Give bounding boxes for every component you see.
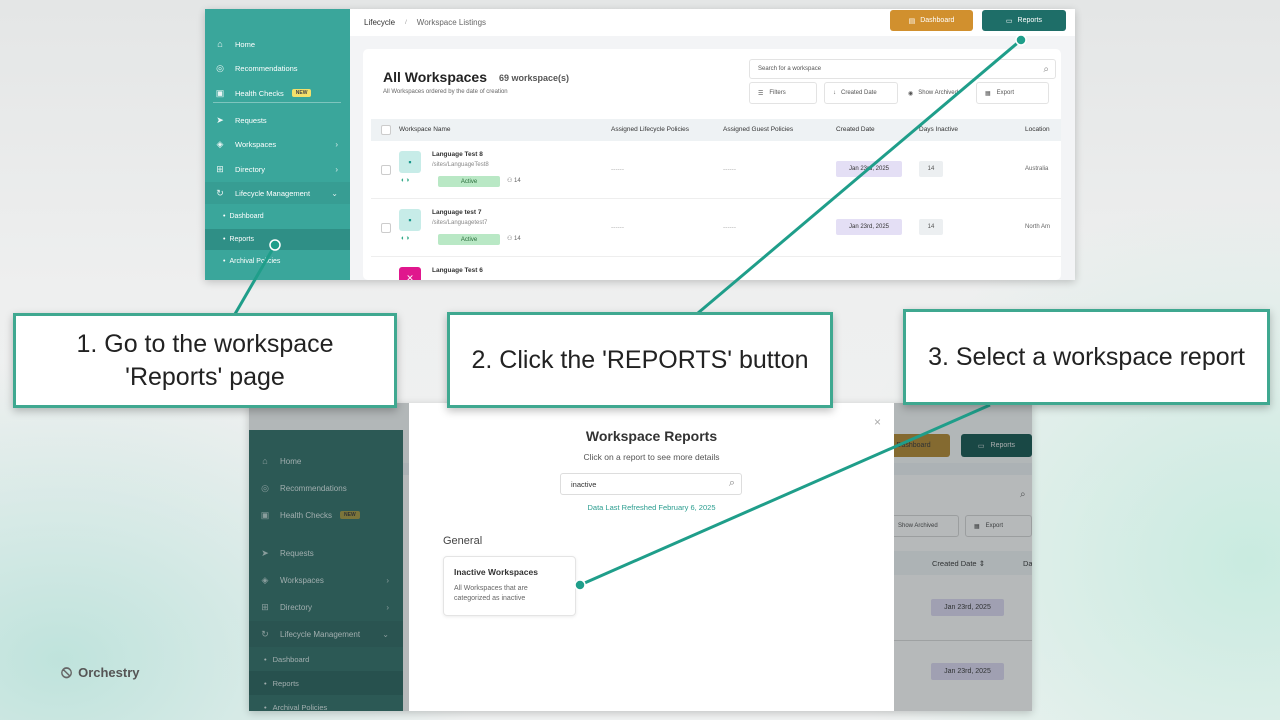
callout-step-3: 3. Select a workspace report [903,309,1270,405]
callout-step-1: 1. Go to the workspace 'Reports' page [13,313,397,408]
callout-text: 3. Select a workspace report [928,342,1245,371]
connector-line-3 [579,403,991,587]
orchestry-logo-icon: ⦸ [61,662,73,681]
connector-dot-2 [1015,34,1027,46]
callout-text: 1. Go to the workspace 'Reports' page [76,329,334,391]
connector-dot-3 [574,579,586,591]
brand-name: Orchestry [78,664,140,680]
connector-line-2 [697,38,1022,315]
brand-logo: ⦸ Orchestry [61,662,140,682]
callout-text: 2. Click the 'REPORTS' button [471,345,809,374]
callout-step-2: 2. Click the 'REPORTS' button [447,312,833,408]
connector-dot-1 [269,239,281,251]
connector-line-1 [233,244,277,315]
